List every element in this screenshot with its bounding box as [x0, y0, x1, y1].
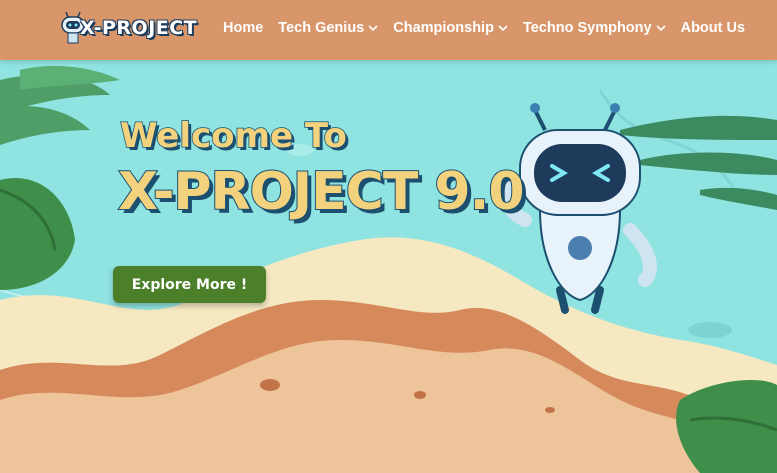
nav-about-us-label: About Us	[680, 20, 746, 36]
nav-home-label: Home	[223, 20, 264, 36]
brand-name: X-PROJECT	[80, 17, 198, 39]
nav-about-us[interactable]: About Us	[681, 20, 745, 36]
nav-home[interactable]: Home	[223, 20, 263, 36]
nav-championship-label: Championship	[393, 20, 494, 36]
chevron-down-icon	[498, 24, 508, 31]
nav-championship[interactable]: Championship	[393, 20, 508, 36]
nav-techno-symphony[interactable]: Techno Symphony	[523, 20, 666, 36]
explore-more-button[interactable]: Explore More !	[113, 266, 266, 303]
nav-techno-symphony-label: Techno Symphony	[522, 20, 652, 36]
hero-welcome: Welcome To	[119, 115, 347, 157]
nav-tech-genius-label: Tech Genius	[278, 20, 365, 36]
brand-logo[interactable]: X-PROJECT	[60, 8, 197, 48]
chevron-down-icon	[656, 24, 666, 31]
top-navbar: X-PROJECT Home Tech Genius Championship …	[0, 0, 777, 60]
hero-title: X-PROJECT 9.0	[117, 161, 526, 223]
nav-tech-genius[interactable]: Tech Genius	[278, 20, 378, 36]
main-nav: Home Tech Genius Championship Techno Sym…	[223, 20, 745, 36]
chevron-down-icon	[368, 24, 378, 31]
